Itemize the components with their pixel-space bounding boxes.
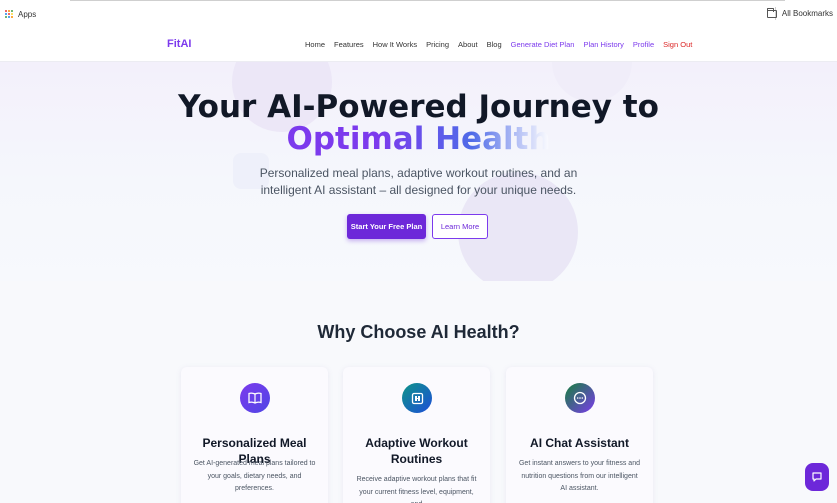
nav-link-blog[interactable]: Blog [487,40,502,49]
features-section: Why Choose AI Health? Personalized Meal … [0,281,837,503]
all-bookmarks-button[interactable]: All Bookmarks [766,7,833,18]
nav-link-profile[interactable]: Profile [633,40,654,49]
book-icon [240,383,270,413]
nav-link-pricing[interactable]: Pricing [426,40,449,49]
window-divider [70,0,785,1]
dumbbell-icon [402,383,432,413]
hero-title-line-1: Your AI-Powered Journey to [178,89,659,125]
nav-link-generate-diet-plan[interactable]: Generate Diet Plan [511,40,575,49]
learn-more-button[interactable]: Learn More [432,214,488,239]
site-logo[interactable]: FitAI [167,38,191,50]
apps-grid-icon [5,10,13,18]
nav-link-how-it-works[interactable]: How It Works [373,40,417,49]
start-free-plan-button[interactable]: Start Your Free Plan [347,214,426,239]
chat-bubble-icon [812,472,822,482]
bookmarks-bar: Apps All Bookmarks [0,0,837,28]
hero-title-gradient-text: Optimal Health [286,121,551,157]
feature-card-description: Receive adaptive workout plans that fit … [356,476,477,503]
nav-link-plan-history[interactable]: Plan History [583,40,623,49]
feature-card-description: Get instant answers to your fitness and … [518,460,640,492]
apps-label: Apps [18,9,37,19]
feature-card-title: Adaptive Workout Routines [365,436,468,466]
features-title: Why Choose AI Health? [317,322,520,342]
folder-icon [766,7,777,18]
nav-link-sign-out[interactable]: Sign Out [663,40,692,49]
hero-title-line-2: Optimal Health [0,122,837,156]
hero-subtitle: Personalized meal plans, adaptive workou… [259,166,578,197]
hero-section: Your AI-Powered Journey to Optimal Healt… [0,62,837,281]
chat-icon [565,383,595,413]
chat-assistant-button[interactable] [805,463,829,491]
site-header: FitAI Home Features How It Works Pricing… [0,28,837,62]
nav-link-about[interactable]: About [458,40,478,49]
nav-link-features[interactable]: Features [334,40,364,49]
feature-card-description: Get AI-generated meal plans tailored to … [193,460,316,492]
main-nav: Home Features How It Works Pricing About… [305,40,692,49]
nav-link-home[interactable]: Home [305,40,325,49]
all-bookmarks-label: All Bookmarks [781,9,833,18]
feature-card-meal-plans: Personalized Meal Plans Get AI-generated… [181,367,328,503]
feature-card-ai-chat: AI Chat Assistant Get instant answers to… [506,367,653,503]
feature-card-title: AI Chat Assistant [530,436,629,450]
feature-card-workout: Adaptive Workout Routines Receive adapti… [343,367,490,503]
apps-shortcut[interactable]: Apps [5,10,36,19]
